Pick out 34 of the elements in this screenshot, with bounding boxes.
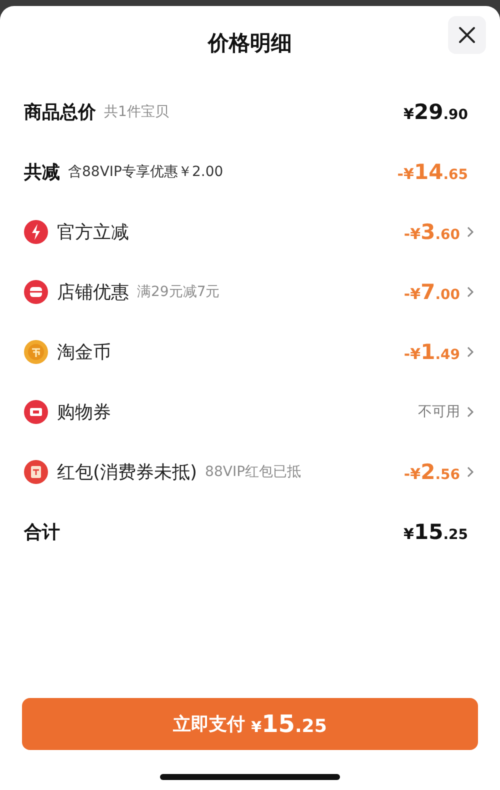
close-icon <box>458 26 476 44</box>
amount-text: -¥14.65 <box>397 160 468 184</box>
row-label: 店铺优惠 <box>57 281 129 304</box>
lightning-icon <box>24 220 48 244</box>
ticket-icon <box>24 400 48 424</box>
amount-text: -¥2.56 <box>404 460 460 484</box>
amount-text: -¥1.49 <box>404 340 460 364</box>
coin-icon <box>24 340 48 364</box>
row-label: 共减 <box>24 161 60 184</box>
shop-icon <box>24 280 48 304</box>
row-label: 红包(消费券未抵) <box>57 461 198 484</box>
chevron-icon[interactable] <box>466 466 474 478</box>
sheet-title: 价格明细 <box>208 30 292 57</box>
row-label: 购物券 <box>57 401 111 424</box>
row-label: 商品总价 <box>24 101 96 124</box>
row-note: 含88VIP专享优惠￥2.00 <box>68 163 224 181</box>
row-note: 88VIP红包已抵 <box>205 463 302 481</box>
amount-text: ¥29.90 <box>404 100 468 124</box>
amount-text: -¥3.60 <box>404 220 460 244</box>
row-label: 官方立减 <box>57 221 129 244</box>
close-button[interactable] <box>448 16 486 54</box>
amount-text: ¥15.25 <box>404 520 468 544</box>
amount-text: -¥7.00 <box>404 280 460 304</box>
envelope-icon <box>24 460 48 484</box>
row-label: 淘金币 <box>57 341 111 364</box>
chevron-icon[interactable] <box>466 226 474 238</box>
row-note: 共1件宝贝 <box>104 103 169 121</box>
chevron-icon[interactable] <box>466 406 474 418</box>
row-note: 满29元减7元 <box>137 283 220 301</box>
row-label: 合计 <box>24 521 60 544</box>
chevron-icon[interactable] <box>466 346 474 358</box>
status-text: 不可用 <box>418 403 460 421</box>
pay-button[interactable]: 立即支付 ¥15.25 <box>22 698 478 750</box>
chevron-icon[interactable] <box>466 286 474 298</box>
